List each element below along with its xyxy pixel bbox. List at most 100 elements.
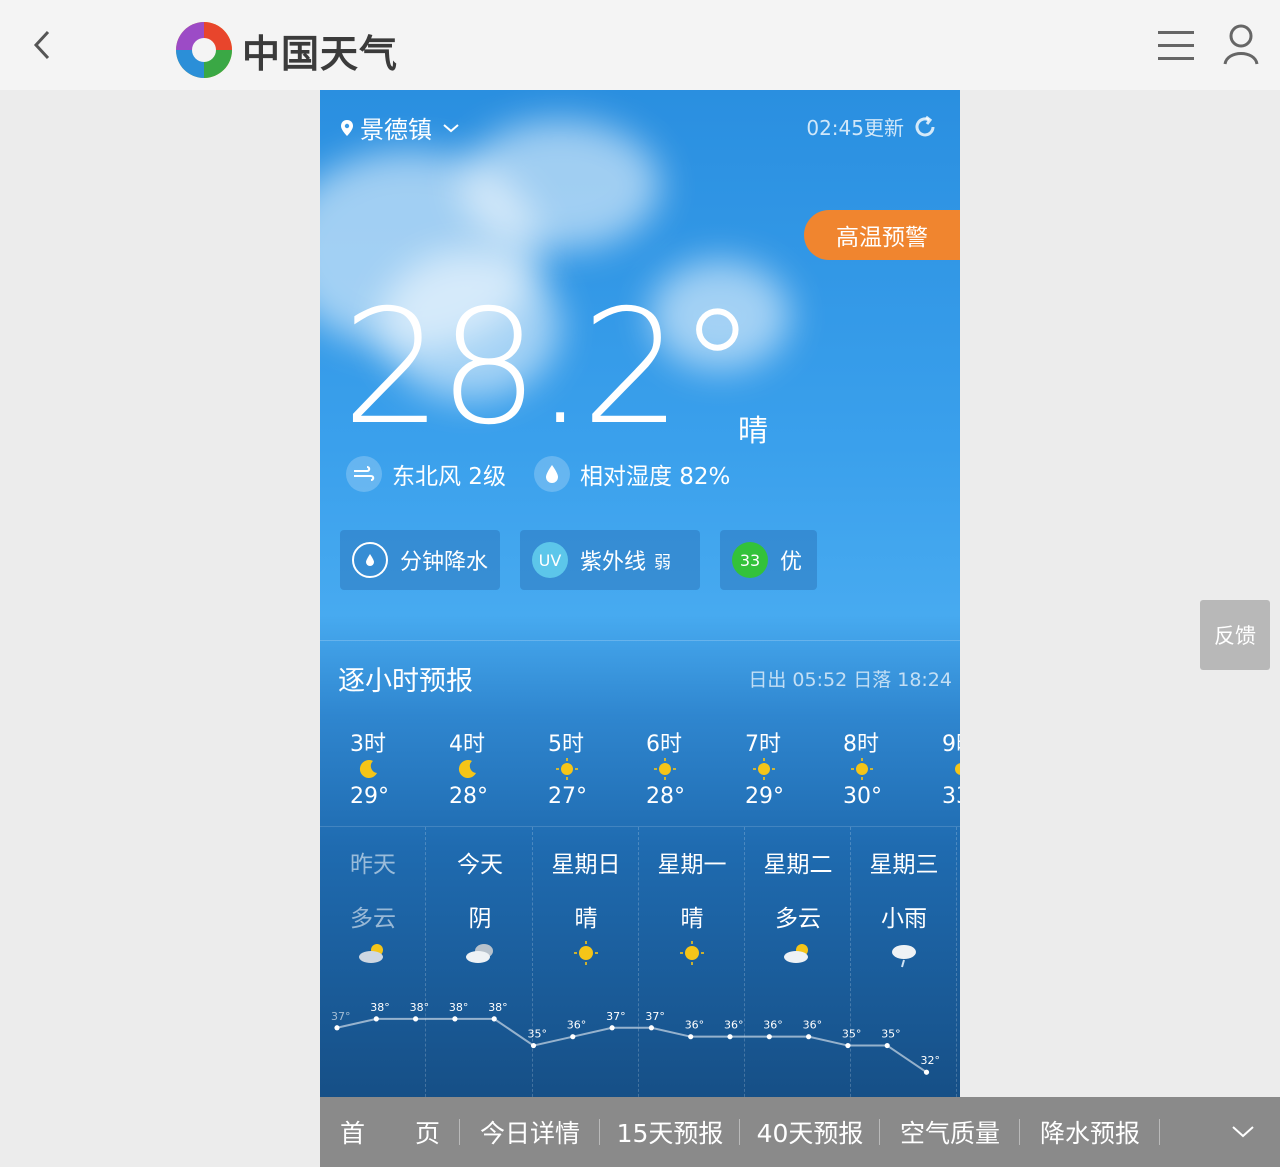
day-weather: 晴 — [680, 906, 704, 932]
nav-home[interactable]: 首 页 — [320, 1097, 460, 1167]
user-icon — [1223, 24, 1259, 65]
temperature-trend-chart: 37° 38° 38° 38° 38° 35° 36° 37° 37° 36° 36° 36° 36° 3… — [331, 1001, 941, 1075]
rain-clock-icon — [352, 542, 388, 578]
aqi-chip[interactable]: 33 优 — [720, 530, 817, 590]
city-selector[interactable]: 景德镇 — [340, 110, 460, 145]
wind-icon — [346, 456, 382, 492]
hour-time: 9时 — [942, 732, 960, 757]
trend-point — [570, 1034, 576, 1040]
hourly-forecast-header: 逐小时预报 日出 05:52 日落 18:24 — [320, 640, 960, 714]
trend-point — [413, 1016, 419, 1022]
aqi-badge: 33 — [732, 542, 768, 578]
chevron-down-icon — [443, 123, 459, 132]
trend-point — [334, 1025, 340, 1031]
bottom-nav: 首 页 今日详情 15天预报 40天预报 空气质量 降水预报 — [320, 1097, 1280, 1167]
moon-icon — [458, 760, 476, 779]
trend-point — [491, 1016, 497, 1022]
weather-warning-badge[interactable]: 高温预警 — [804, 210, 960, 260]
trend-point — [806, 1034, 812, 1040]
current-condition: 晴 — [738, 414, 768, 449]
uv-level: 弱 — [654, 552, 672, 573]
day-weather: 多云 — [350, 906, 396, 932]
nav-today-detail[interactable]: 今日详情 — [460, 1097, 600, 1167]
trend-label: 38° — [370, 1001, 390, 1014]
location-pin-icon — [341, 119, 353, 136]
hourly-list[interactable]: 3时 29° 4时 28° 5时 27° 6时 28° 7时 29° 8时 30… — [320, 726, 960, 816]
update-status[interactable]: 02:45更新 — [806, 112, 938, 141]
weather-panel: 景德镇 02:45更新 高温预警 28.2° 晴 东北风 2级 相对湿度 82% — [320, 90, 960, 1100]
cloudy-icon — [466, 944, 493, 963]
back-button[interactable] — [22, 20, 62, 70]
day-weather: 多云 — [775, 906, 821, 932]
logo-swirl-icon — [176, 22, 232, 78]
index-chips: 分钟降水 UV 紫外线 弱 33 优 — [340, 530, 837, 590]
trend-label: 35° — [528, 1028, 548, 1041]
hour-time: 3时 — [350, 732, 386, 757]
trend-label: 38° — [449, 1001, 469, 1014]
day-name: 星期日 — [551, 852, 621, 878]
trend-point — [766, 1034, 772, 1040]
trend-label: 36° — [685, 1019, 705, 1032]
humidity-icon — [533, 456, 570, 492]
hourly-forecast-title: 逐小时预报 — [338, 666, 473, 697]
trend-point — [452, 1016, 458, 1022]
brand-name: 中国天气 — [242, 31, 399, 76]
menu-button[interactable] — [1156, 28, 1198, 64]
sun-icon — [556, 758, 578, 780]
cloud-decoration — [460, 120, 660, 250]
hour-temp: 30° — [843, 784, 882, 809]
chevron-down-icon[interactable] — [1230, 1121, 1256, 1141]
hour-time: 6时 — [646, 732, 682, 757]
brand-logo[interactable]: 中国天气 — [172, 18, 412, 82]
trend-label: 32° — [921, 1054, 941, 1067]
trend-label: 35° — [881, 1028, 901, 1041]
trend-point — [727, 1034, 733, 1040]
refresh-icon — [915, 115, 935, 136]
hour-temp: 33° — [942, 784, 960, 809]
uv-chip[interactable]: UV 紫外线 弱 — [520, 530, 700, 590]
user-button[interactable] — [1220, 22, 1262, 68]
hour-time: 5时 — [548, 732, 584, 757]
hour-temp: 29° — [745, 784, 784, 809]
uv-label: 紫外线 — [580, 550, 647, 575]
nav-precipitation[interactable]: 降水预报 — [1020, 1097, 1160, 1167]
day-name: 星期一 — [657, 852, 727, 878]
trend-label: 37° — [645, 1010, 665, 1023]
sun-icon — [680, 941, 704, 965]
city-name: 景德镇 — [360, 116, 432, 144]
current-temperature: 28.2° — [342, 276, 757, 460]
trend-point — [373, 1016, 379, 1022]
rain-icon — [892, 945, 916, 968]
trend-label: 37° — [606, 1010, 626, 1023]
nav-40day[interactable]: 40天预报 — [740, 1097, 880, 1167]
day-name: 昨天 — [350, 852, 396, 878]
day-name: 星期三 — [869, 852, 939, 878]
sun-icon — [753, 758, 775, 780]
trend-point — [688, 1034, 694, 1040]
trend-point — [884, 1042, 890, 1049]
hour-temp: 27° — [548, 784, 587, 809]
trend-label: 35° — [842, 1028, 862, 1041]
moon-icon — [359, 760, 377, 779]
trend-label: 36° — [803, 1019, 823, 1032]
minute-rain-chip[interactable]: 分钟降水 — [340, 530, 500, 590]
sun-icon — [574, 941, 598, 965]
update-time: 02:45更新 — [806, 116, 904, 140]
nav-15day[interactable]: 15天预报 — [600, 1097, 740, 1167]
sunrise-sunset: 日出 05:52 日落 18:24 — [748, 669, 952, 691]
trend-label: 38° — [488, 1001, 508, 1014]
sun-icon — [955, 763, 960, 775]
sun-icon — [851, 758, 873, 780]
nav-air-quality[interactable]: 空气质量 — [880, 1097, 1020, 1167]
humidity-text: 相对湿度 82% — [579, 464, 731, 490]
chevron-left-icon — [33, 30, 50, 60]
feedback-button[interactable]: 反馈 — [1200, 600, 1270, 670]
trend-label: 37° — [331, 1010, 351, 1023]
sun-icon — [654, 758, 676, 780]
day-weather: 小雨 — [881, 906, 927, 932]
hour-temp: 28° — [646, 784, 685, 809]
trend-point — [609, 1025, 615, 1031]
hamburger-icon — [1158, 31, 1194, 60]
minute-rain-label: 分钟降水 — [400, 550, 489, 575]
trend-line — [336, 1017, 928, 1074]
